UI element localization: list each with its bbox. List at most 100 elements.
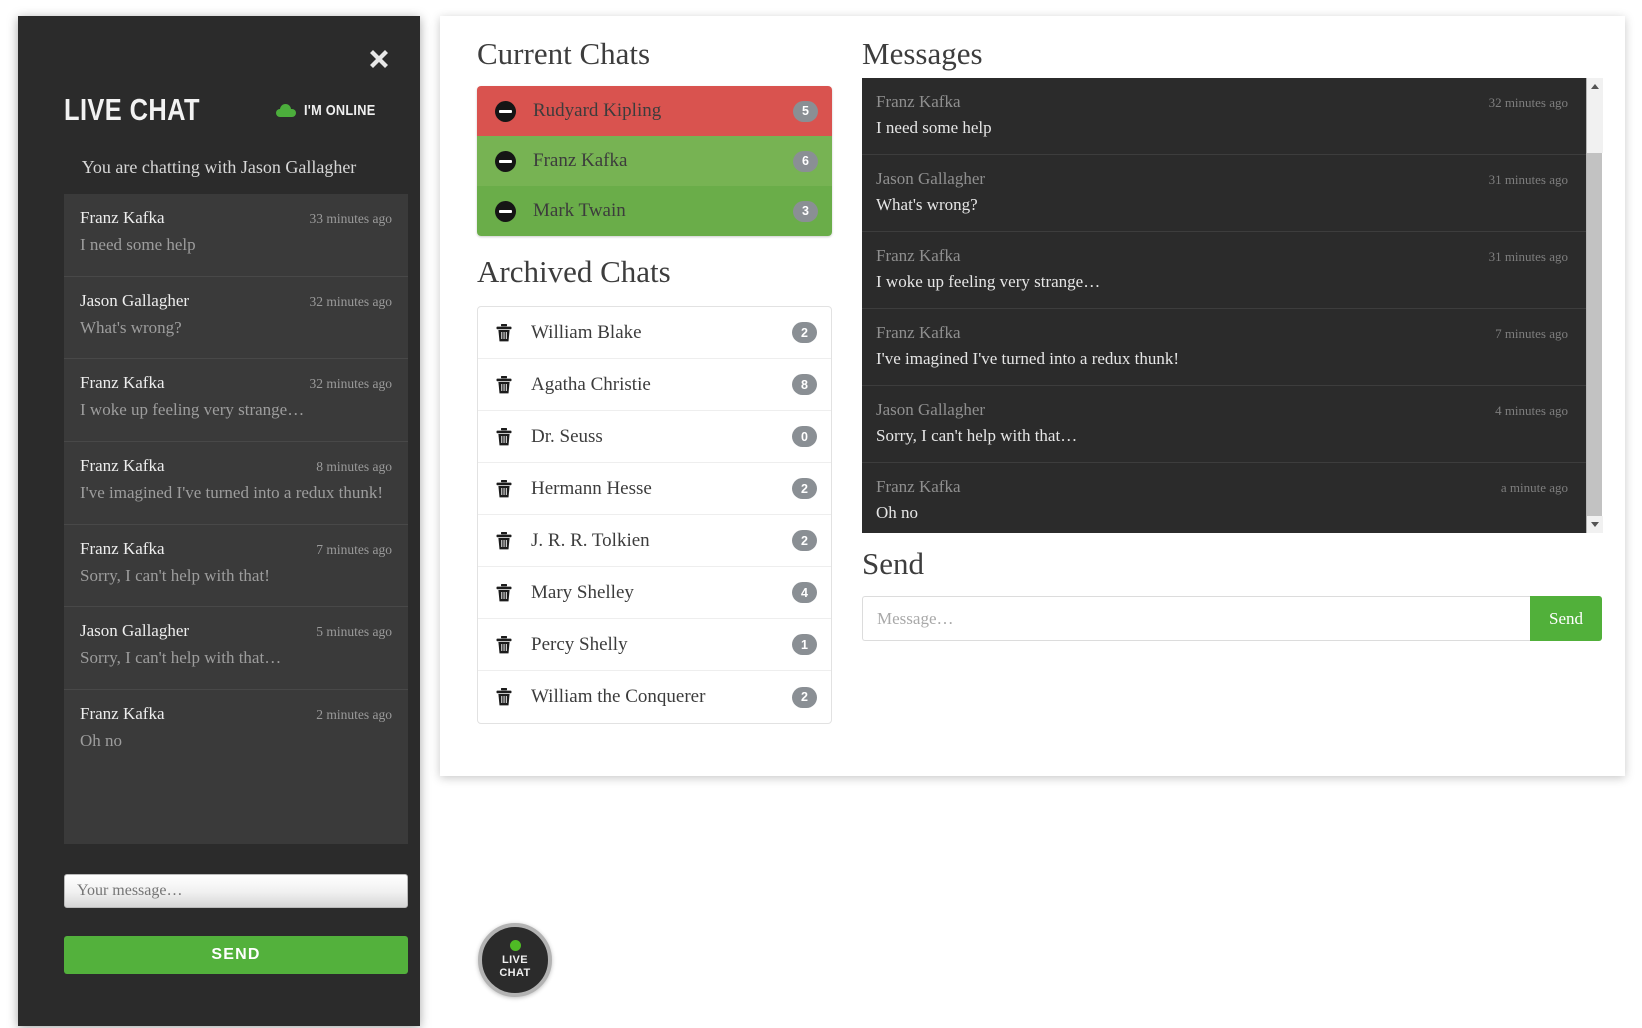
panel-message: Jason Gallagher 31 minutes ago What's wron… <box>862 155 1586 232</box>
archived-chat-row[interactable]: Dr. Seuss 0 <box>478 411 831 463</box>
message-body: I've imagined I've turned into a redux t… <box>80 482 384 502</box>
message-author: Jason Gallagher <box>80 621 190 641</box>
archived-chat-row[interactable]: J. R. R. Tolkien 2 <box>478 515 831 567</box>
message-body: I've imagined I've turned into a redux t… <box>876 349 1180 368</box>
archived-chat-row[interactable]: Hermann Hesse 2 <box>478 463 831 515</box>
archived-chat-row[interactable]: William the Conquerer 2 <box>478 671 831 723</box>
end-chat-icon[interactable] <box>495 200 516 222</box>
widget-message: Franz Kafka 32 minutes ago I woke up feeli… <box>64 359 408 442</box>
message-body: I need some help <box>876 118 992 137</box>
message-body: What's wrong? <box>876 195 978 214</box>
send-message-input[interactable] <box>862 596 1530 641</box>
messages-title: Messages <box>862 36 983 71</box>
message-body: Sorry, I can't help with that… <box>80 648 282 668</box>
widget-message-input[interactable] <box>64 874 408 908</box>
current-chat-row[interactable]: Mark Twain 3 <box>477 186 832 236</box>
trash-icon[interactable] <box>496 583 512 602</box>
message-body: I woke up feeling very strange… <box>80 400 305 420</box>
chat-name: J. R. R. Tolkien <box>531 529 650 551</box>
archived-chat-row[interactable]: Agatha Christie 8 <box>478 359 831 411</box>
fab-label-line1: LIVE <box>501 954 529 966</box>
chat-name: William Blake <box>531 321 642 343</box>
trash-icon[interactable] <box>496 375 512 394</box>
fab-label-line2: CHAT <box>499 967 531 979</box>
current-chats-title: Current Chats <box>477 36 651 71</box>
unread-badge: 2 <box>792 686 817 708</box>
end-chat-icon[interactable] <box>495 150 516 172</box>
current-chats-list: Rudyard Kipling 5 Franz Kafka 6 Mark Twain 3 <box>477 86 832 236</box>
panel-message: Jason Gallagher 4 minutes ago Sorry, I can… <box>862 386 1586 463</box>
message-author: Franz Kafka <box>876 246 961 265</box>
trash-icon[interactable] <box>496 635 512 654</box>
current-chat-row[interactable]: Franz Kafka 6 <box>477 136 832 186</box>
end-chat-icon[interactable] <box>495 100 516 122</box>
message-timestamp: 7 minutes ago <box>316 541 392 557</box>
panel-message: Franz Kafka 31 minutes ago I woke up feeli… <box>862 232 1586 309</box>
message-author: Jason Gallagher <box>876 169 986 188</box>
main-panel: Current Chats Rudyard Kipling 5 Franz Kafk… <box>440 16 1625 776</box>
message-body: Oh no <box>80 730 123 750</box>
send-button[interactable]: Send <box>1530 596 1602 641</box>
online-status-label: I'M ONLINE <box>303 102 376 119</box>
message-body: I woke up feeling very strange… <box>876 272 1101 291</box>
scroll-up-icon[interactable] <box>1587 78 1603 95</box>
cloud-icon <box>275 104 296 117</box>
scrollbar-thumb[interactable] <box>1587 95 1603 153</box>
archived-chats-title: Archived Chats <box>477 254 671 289</box>
message-timestamp: 7 minutes ago <box>1495 326 1568 341</box>
message-author: Franz Kafka <box>80 455 165 475</box>
messages-scrollbar[interactable] <box>1586 78 1603 533</box>
message-author: Jason Gallagher <box>80 290 190 310</box>
chat-name: William the Conquerer <box>531 686 706 707</box>
message-timestamp: 32 minutes ago <box>1488 95 1568 110</box>
message-timestamp: 31 minutes ago <box>1488 172 1568 187</box>
widget-message: Franz Kafka 33 minutes ago I need some hel… <box>64 194 408 277</box>
message-timestamp: 8 minutes ago <box>316 458 392 474</box>
message-timestamp: 31 minutes ago <box>1488 249 1568 264</box>
trash-icon[interactable] <box>496 688 512 706</box>
message-body: I need some help <box>80 235 196 254</box>
message-timestamp: a minute ago <box>1500 480 1568 495</box>
unread-badge: 5 <box>793 100 818 122</box>
message-body: What's wrong? <box>80 317 182 337</box>
messages-scroll-area[interactable]: Franz Kafka 32 minutes ago I need some hel… <box>862 78 1586 533</box>
message-timestamp: 32 minutes ago <box>309 376 393 392</box>
message-author: Franz Kafka <box>876 477 961 496</box>
panel-message: Franz Kafka 7 minutes ago I've imagined I'… <box>862 309 1586 386</box>
trash-icon[interactable] <box>496 427 512 446</box>
chat-subtitle: You are chatting with Jason Gallagher <box>81 157 357 177</box>
unread-badge: 3 <box>793 200 818 222</box>
live-chat-fab-button[interactable]: LIVE CHAT <box>478 923 552 997</box>
chat-name: Hermann Hesse <box>531 477 652 499</box>
archived-chat-row[interactable]: Percy Shelly 1 <box>478 619 831 671</box>
trash-icon[interactable] <box>496 531 512 550</box>
chat-name: Dr. Seuss <box>531 425 603 447</box>
widget-message-list[interactable]: Franz Kafka 33 minutes ago I need some hel… <box>64 194 408 844</box>
message-timestamp: 2 minutes ago <box>316 706 392 722</box>
trash-icon[interactable] <box>496 323 512 342</box>
scroll-down-icon[interactable] <box>1587 516 1603 533</box>
panel-message: Franz Kafka 32 minutes ago I need some hel… <box>862 78 1586 155</box>
trash-icon[interactable] <box>496 479 512 498</box>
archived-chat-row[interactable]: William Blake 2 <box>478 307 831 359</box>
message-author: Franz Kafka <box>876 323 961 342</box>
close-icon[interactable] <box>366 46 392 72</box>
message-body: Sorry, I can't help with that… <box>876 426 1078 445</box>
archived-chat-row[interactable]: Mary Shelley 4 <box>478 567 831 619</box>
unread-badge: 2 <box>792 530 817 551</box>
widget-send-button[interactable]: SEND <box>64 936 408 974</box>
send-row: Send <box>862 596 1602 641</box>
message-body: Oh no <box>876 503 919 522</box>
message-author: Franz Kafka <box>80 538 165 558</box>
messages-box: Franz Kafka 32 minutes ago I need some hel… <box>862 78 1603 533</box>
current-chat-row[interactable]: Rudyard Kipling 5 <box>477 86 832 136</box>
online-status: I'M ONLINE <box>275 102 388 119</box>
unread-badge: 2 <box>792 322 817 343</box>
archived-chats-list: William Blake 2 Agatha Christie 8 Dr. Seuss 0… <box>477 306 832 724</box>
chat-name: Mark Twain <box>533 200 626 221</box>
message-author: Franz Kafka <box>876 92 961 111</box>
message-author: Franz Kafka <box>80 208 165 227</box>
unread-badge: 8 <box>792 374 817 395</box>
send-title: Send <box>862 546 924 581</box>
message-timestamp: 5 minutes ago <box>316 624 392 640</box>
